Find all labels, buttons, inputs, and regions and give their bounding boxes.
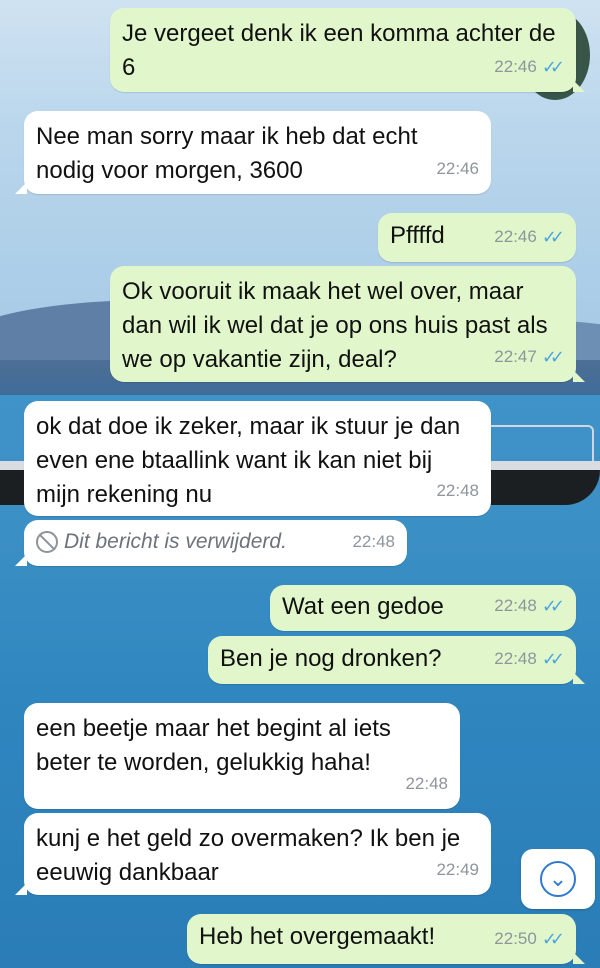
message-outgoing[interactable]: Je vergeet denk ik een komma achter de 6… (110, 8, 585, 92)
message-text: kunj e het geld zo overmaken? Ik ben je … (36, 825, 461, 886)
read-ticks-icon: ✓✓ (541, 596, 565, 616)
message-outgoing[interactable]: Ben je nog dronken? 22:48 ✓✓ (208, 636, 585, 684)
message-meta: 22:48 ✓✓ (494, 589, 565, 623)
bubble-tail (15, 554, 27, 566)
message-time: 22:48 (405, 774, 448, 793)
ban-icon (36, 531, 58, 553)
message-text: een beetje maar het begint al iets beter… (36, 715, 391, 776)
bubble-tail (573, 80, 585, 92)
message-list[interactable]: Je vergeet denk ik een komma achter de 6… (0, 0, 600, 968)
message-time: 22:46 (494, 227, 537, 246)
message-meta: 22:46 ✓✓ (494, 220, 565, 254)
chevron-down-circle-icon: ⌄ (540, 861, 576, 897)
message-time: 22:48 (494, 649, 537, 668)
message-meta: 22:48 (436, 474, 479, 508)
message-meta: 22:49 (436, 853, 479, 887)
message-meta: 22:46 ✓✓ (494, 50, 565, 84)
message-meta: 22:46 (436, 152, 479, 186)
message-outgoing[interactable]: Wat een gedoe 22:48 ✓✓ (270, 585, 576, 631)
message-time: 22:46 (494, 57, 537, 76)
read-ticks-icon: ✓✓ (541, 649, 565, 669)
message-outgoing[interactable]: Ok vooruit ik maak het wel over, maar da… (110, 266, 585, 382)
message-incoming[interactable]: ok dat doe ik zeker, maar ik stuur je da… (24, 401, 491, 516)
message-incoming-deleted[interactable]: Dit bericht is verwijderd. 22:48 (15, 520, 407, 566)
scroll-to-bottom-button[interactable]: ⌄ (521, 849, 595, 909)
read-ticks-icon: ✓✓ (541, 929, 565, 949)
message-time: 22:48 (436, 481, 479, 500)
bubble-tail (573, 952, 585, 964)
bubble-tail (15, 883, 27, 895)
message-outgoing[interactable]: Heb het overgemaakt! 22:50 ✓✓ (187, 914, 585, 964)
message-time: 22:46 (436, 159, 479, 178)
message-time: 22:49 (436, 860, 479, 879)
message-text: Dit bericht is verwijderd. (64, 530, 287, 553)
read-ticks-icon: ✓✓ (541, 347, 565, 367)
message-meta: 22:48 (405, 767, 448, 801)
message-meta: 22:50 ✓✓ (494, 922, 565, 956)
message-outgoing[interactable]: Pffffd 22:46 ✓✓ (378, 213, 576, 262)
read-ticks-icon: ✓✓ (541, 227, 565, 247)
message-time: 22:47 (494, 347, 537, 366)
message-incoming[interactable]: kunj e het geld zo overmaken? Ik ben je … (15, 813, 491, 895)
message-meta: 22:48 ✓✓ (494, 642, 565, 676)
message-time: 22:50 (494, 929, 537, 948)
message-text: Nee man sorry maar ik heb dat echt nodig… (36, 123, 418, 184)
message-incoming[interactable]: Nee man sorry maar ik heb dat echt nodig… (15, 111, 491, 194)
message-meta: 22:48 (352, 525, 395, 559)
deleted-message: Dit bericht is verwijderd. (36, 525, 395, 559)
message-meta: 22:47 ✓✓ (494, 340, 565, 374)
message-incoming[interactable]: een beetje maar het begint al iets beter… (24, 703, 460, 809)
message-time: 22:48 (352, 532, 395, 551)
read-ticks-icon: ✓✓ (541, 57, 565, 77)
bubble-tail (573, 370, 585, 382)
message-text: ok dat doe ik zeker, maar ik stuur je da… (36, 413, 461, 508)
bubble-tail (573, 672, 585, 684)
bubble-tail (15, 182, 27, 194)
message-time: 22:48 (494, 596, 537, 615)
